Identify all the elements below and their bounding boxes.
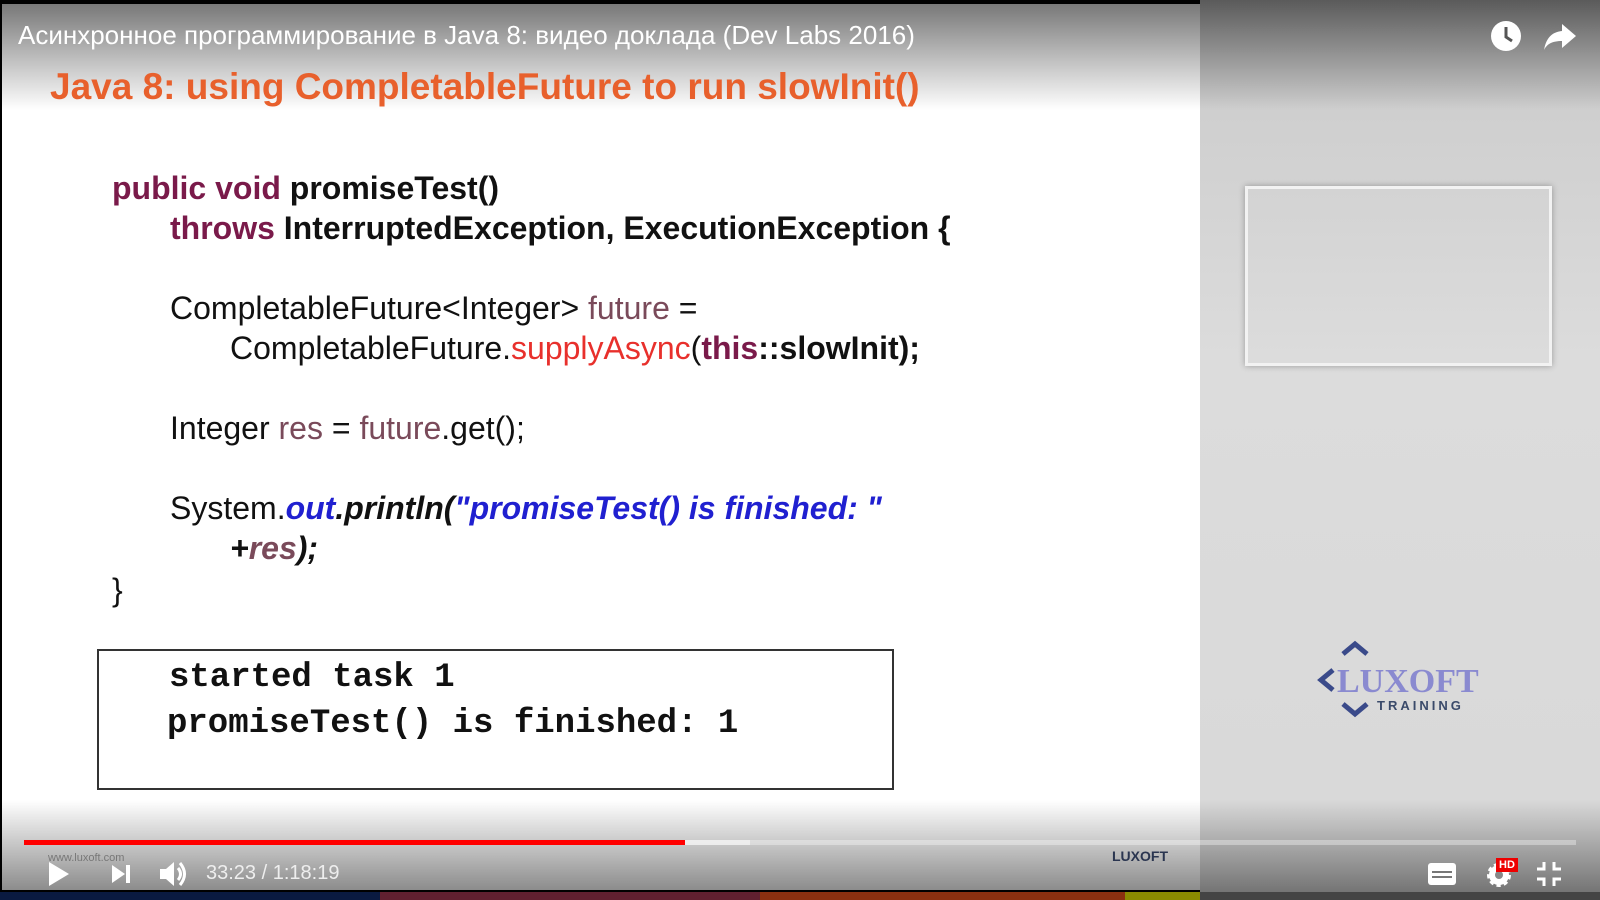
code-var: future	[588, 290, 670, 326]
code-text: .get();	[441, 410, 525, 446]
hd-badge: HD	[1496, 858, 1518, 872]
time-display: 33:23 / 1:18:19	[206, 862, 340, 884]
code-line: public void promiseTest()	[112, 170, 1012, 207]
volume-button[interactable]	[156, 856, 190, 892]
output-line: started task 1	[169, 659, 455, 697]
watch-later-clock-icon[interactable]	[1488, 18, 1524, 54]
subtitles-icon	[1428, 863, 1456, 885]
luxoft-training-logo: LUXOFT TRAINING	[1317, 640, 1479, 718]
code-text: Integer	[170, 410, 279, 446]
code-var: res	[248, 530, 297, 566]
code-text: .println(	[335, 490, 455, 526]
code-field: out	[285, 490, 336, 526]
skip-next-icon	[112, 865, 130, 883]
slide-footer-strip	[0, 892, 1600, 900]
code-line: Integer res = future.get();	[170, 410, 1070, 447]
volume-icon	[160, 862, 186, 886]
code-text: (	[690, 330, 702, 366]
played-bar	[24, 840, 686, 845]
code-method: supplyAsync	[511, 330, 691, 366]
code-keyword: throws	[170, 210, 275, 246]
code-line: }	[112, 572, 123, 608]
output-line: promiseTest() is finished: 1	[167, 705, 739, 743]
next-button[interactable]	[106, 856, 136, 892]
video-title[interactable]: Асинхронное программирование в Java 8: в…	[18, 20, 1418, 51]
code-keyword: public void	[112, 170, 281, 206]
code-line: throws InterruptedException, ExecutionEx…	[170, 210, 1070, 247]
presenter-panel: LUXOFT TRAINING	[1200, 0, 1600, 900]
code-text: CompletableFuture.	[230, 330, 512, 366]
slide: Java 8: using CompletableFuture to run s…	[2, 4, 1200, 890]
code-line: CompletableFuture.supplyAsync(this::slow…	[230, 330, 1130, 367]
svg-text:TRAINING: TRAINING	[1377, 698, 1464, 713]
code-keyword: this	[701, 330, 759, 366]
code-text: InterruptedException, ExecutionException…	[274, 210, 951, 246]
code-text: =	[322, 410, 360, 446]
code-var: res	[278, 410, 323, 446]
subtitles-button[interactable]	[1426, 856, 1458, 892]
slide-brand: LUXOFT	[1112, 848, 1168, 864]
exit-fullscreen-icon	[1537, 862, 1561, 886]
code-text: +	[230, 530, 249, 566]
code-line: +res);	[230, 530, 1130, 567]
code-text: promiseTest()	[280, 170, 499, 206]
code-var: future	[359, 410, 442, 446]
code-text: );	[296, 530, 319, 566]
player-controls	[0, 800, 1600, 900]
console-output-box: started task 1 promiseTest() is finished…	[97, 649, 894, 790]
code-line: System.out.println("promiseTest() is fin…	[170, 490, 1070, 527]
code-text: =	[669, 290, 698, 326]
play-icon	[49, 862, 69, 886]
play-button[interactable]	[44, 856, 74, 892]
exit-fullscreen-button[interactable]	[1534, 856, 1564, 892]
code-text: CompletableFuture<Integer>	[170, 290, 589, 326]
code-text: ::slowInit);	[758, 330, 920, 366]
share-icon[interactable]	[1542, 18, 1578, 54]
progress-bar[interactable]	[24, 840, 1576, 845]
svg-text:LUXOFT: LUXOFT	[1337, 663, 1479, 700]
code-text: System.	[170, 490, 286, 526]
code-line: CompletableFuture<Integer> future =	[170, 290, 1070, 327]
settings-button[interactable]: HD	[1482, 856, 1518, 892]
slide-heading: Java 8: using CompletableFuture to run s…	[50, 66, 920, 107]
presenter-frame	[1245, 186, 1552, 366]
code-string: "promiseTest() is finished: "	[454, 490, 882, 526]
